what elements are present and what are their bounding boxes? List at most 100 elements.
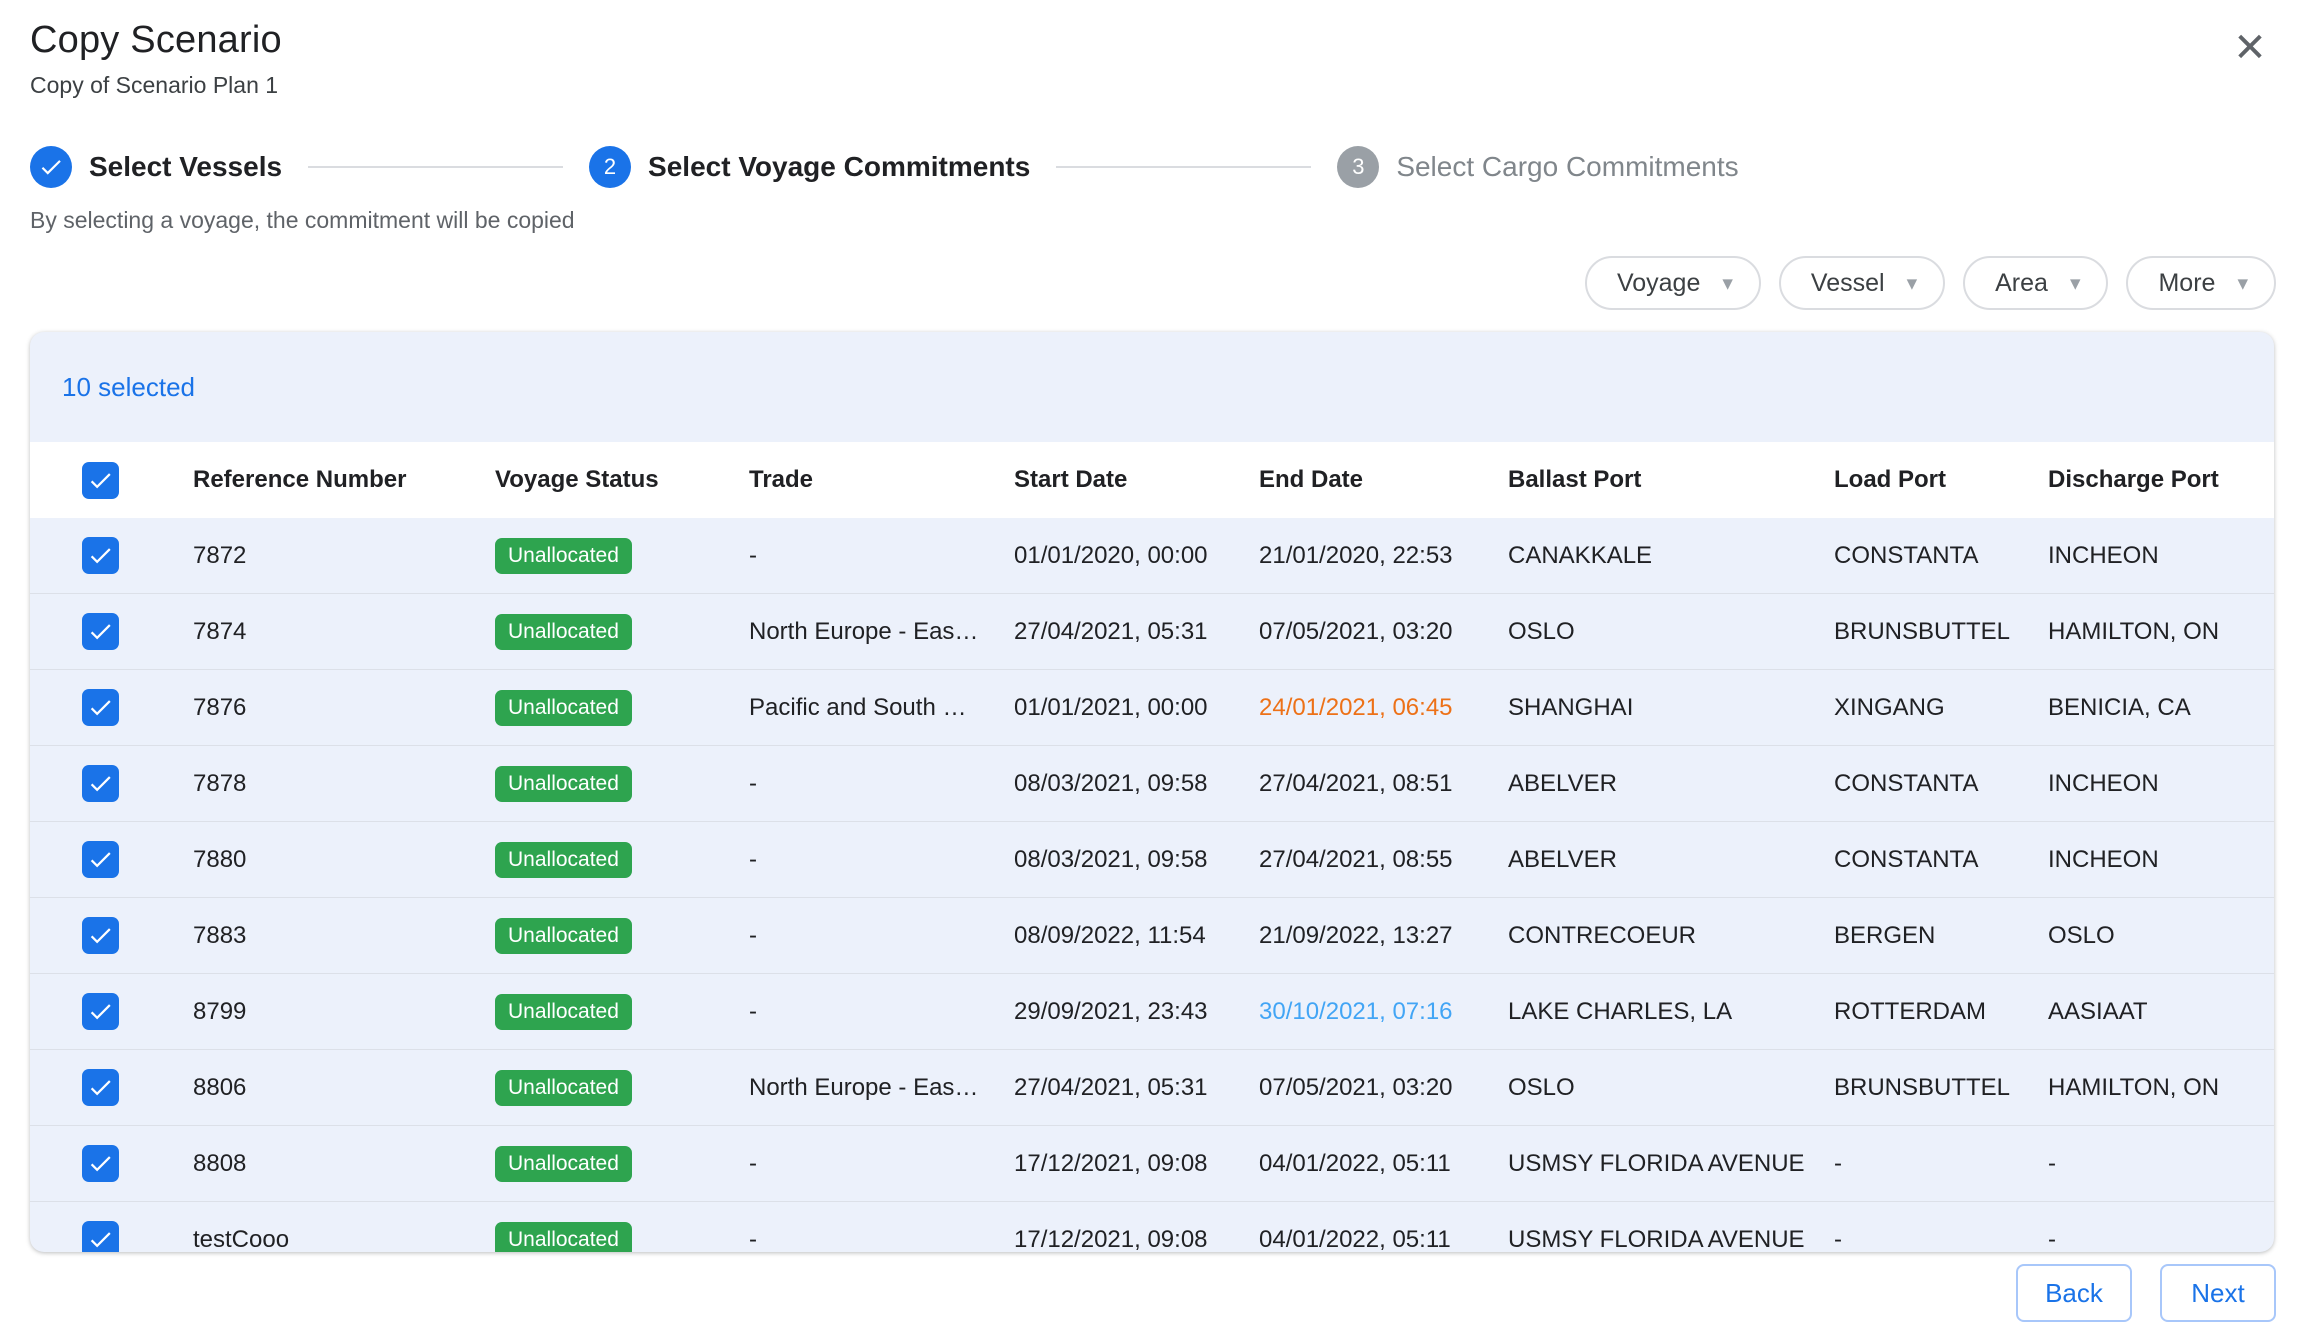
reference-number-cell: 7872	[193, 542, 495, 570]
step-label: Select Voyage Commitments	[648, 151, 1030, 183]
chevron-down-icon: ▾	[1907, 271, 1918, 296]
load-port-cell: BERGEN	[1834, 922, 2048, 950]
table-row: 7872Unallocated-01/01/2020, 00:0021/01/2…	[30, 518, 2274, 594]
reference-number-cell: 7874	[193, 618, 495, 646]
start-date-cell: 01/01/2020, 00:00	[1014, 542, 1259, 570]
ballast-port-cell: SHANGHAI	[1508, 694, 1834, 722]
row-checkbox[interactable]	[82, 993, 119, 1030]
select-all-checkbox[interactable]	[82, 462, 119, 499]
start-date-cell: 29/09/2021, 23:43	[1014, 998, 1259, 1026]
ballast-port-cell: LAKE CHARLES, LA	[1508, 998, 1834, 1026]
filter-label: Area	[1995, 269, 2048, 298]
row-checkbox[interactable]	[82, 1221, 119, 1252]
check-icon	[87, 1150, 114, 1177]
row-checkbox[interactable]	[82, 1069, 119, 1106]
check-icon	[87, 1226, 114, 1252]
check-icon	[38, 154, 64, 180]
next-button[interactable]: Next	[2160, 1264, 2276, 1322]
reference-number-cell: 8808	[193, 1150, 495, 1178]
reference-number-cell: 8806	[193, 1074, 495, 1102]
check-icon	[87, 618, 114, 645]
ballast-port-cell: OSLO	[1508, 618, 1834, 646]
trade-cell: -	[749, 998, 1014, 1026]
voyage-status-cell: Unallocated	[495, 614, 749, 650]
filter-more-button[interactable]: More▾	[2126, 256, 2276, 310]
trade-cell: -	[749, 542, 1014, 570]
table-row: testCoooUnallocated-17/12/2021, 09:0804/…	[30, 1202, 2274, 1252]
voyage-status-cell: Unallocated	[495, 538, 749, 574]
end-date-cell: 30/10/2021, 07:16	[1259, 998, 1508, 1026]
discharge-port-cell: INCHEON	[2048, 542, 2274, 570]
filter-voyage-button[interactable]: Voyage▾	[1585, 256, 1761, 310]
trade-cell: Pacific and South …	[749, 694, 1014, 722]
check-icon	[87, 922, 114, 949]
end-date-cell: 27/04/2021, 08:55	[1259, 846, 1508, 874]
table-row: 8806UnallocatedNorth Europe - Eas…27/04/…	[30, 1050, 2274, 1126]
start-date-cell: 08/03/2021, 09:58	[1014, 846, 1259, 874]
filter-label: Vessel	[1811, 269, 1885, 298]
filter-vessel-button[interactable]: Vessel ▾	[1779, 256, 1945, 310]
discharge-port-cell: INCHEON	[2048, 846, 2274, 874]
trade-cell: -	[749, 1150, 1014, 1178]
filter-label: More	[2158, 269, 2215, 298]
close-button[interactable]: ✕	[2224, 22, 2276, 74]
start-date-cell: 17/12/2021, 09:08	[1014, 1150, 1259, 1178]
voyage-status-cell: Unallocated	[495, 842, 749, 878]
step-number-circle: 3	[1337, 146, 1379, 188]
table-row: 8808Unallocated-17/12/2021, 09:0804/01/2…	[30, 1126, 2274, 1202]
row-checkbox-cell	[30, 537, 193, 574]
row-checkbox[interactable]	[82, 1145, 119, 1182]
end-date-cell: 27/04/2021, 08:51	[1259, 770, 1508, 798]
row-checkbox[interactable]	[82, 841, 119, 878]
row-checkbox-cell	[30, 765, 193, 802]
step-check-circle	[30, 146, 72, 188]
step-select-voyage-commitments[interactable]: 2Select Voyage Commitments	[589, 146, 1030, 188]
status-badge: Unallocated	[495, 614, 632, 650]
column-header-ballast-port: Ballast Port	[1508, 466, 1834, 494]
table-row: 7880Unallocated-08/03/2021, 09:5827/04/2…	[30, 822, 2274, 898]
status-badge: Unallocated	[495, 1070, 632, 1106]
discharge-port-cell: -	[2048, 1150, 2274, 1178]
ballast-port-cell: ABELVER	[1508, 846, 1834, 874]
reference-number-cell: testCooo	[193, 1226, 495, 1253]
row-checkbox-cell	[30, 841, 193, 878]
table-row: 7874UnallocatedNorth Europe - Eas…27/04/…	[30, 594, 2274, 670]
chevron-down-icon: ▾	[1722, 271, 1733, 296]
load-port-cell: BRUNSBUTTEL	[1834, 1074, 2048, 1102]
row-checkbox[interactable]	[82, 917, 119, 954]
selected-count: 10 selected	[62, 372, 195, 403]
row-checkbox-cell	[30, 917, 193, 954]
trade-cell: -	[749, 846, 1014, 874]
back-button[interactable]: Back	[2016, 1264, 2132, 1322]
row-checkbox[interactable]	[82, 689, 119, 726]
step-select-cargo-commitments[interactable]: 3Select Cargo Commitments	[1337, 146, 1738, 188]
reference-number-cell: 7876	[193, 694, 495, 722]
end-date-cell: 04/01/2022, 05:11	[1259, 1150, 1508, 1178]
column-header-start-date: Start Date	[1014, 466, 1259, 494]
ballast-port-cell: USMSY FLORIDA AVENUE	[1508, 1150, 1834, 1178]
row-checkbox[interactable]	[82, 765, 119, 802]
status-badge: Unallocated	[495, 842, 632, 878]
voyage-status-cell: Unallocated	[495, 766, 749, 802]
row-checkbox[interactable]	[82, 537, 119, 574]
step-select-vessels[interactable]: Select Vessels	[30, 146, 282, 188]
table-row: 7883Unallocated-08/09/2022, 11:5421/09/2…	[30, 898, 2274, 974]
check-icon	[87, 467, 114, 494]
selection-banner: 10 selected	[30, 332, 2274, 442]
close-icon: ✕	[2233, 26, 2267, 70]
discharge-port-cell: HAMILTON, ON	[2048, 1074, 2274, 1102]
row-checkbox-cell	[30, 1145, 193, 1182]
status-badge: Unallocated	[495, 1222, 632, 1253]
discharge-port-cell: HAMILTON, ON	[2048, 618, 2274, 646]
load-port-cell: -	[1834, 1150, 2048, 1178]
chevron-down-icon: ▾	[2070, 271, 2081, 296]
row-checkbox[interactable]	[82, 613, 119, 650]
table-row: 7876UnallocatedPacific and South …01/01/…	[30, 670, 2274, 746]
reference-number-cell: 8799	[193, 998, 495, 1026]
ballast-port-cell: CANAKKALE	[1508, 542, 1834, 570]
filter-area-button[interactable]: Area ▾	[1963, 256, 2108, 310]
check-icon	[87, 694, 114, 721]
load-port-cell: CONSTANTA	[1834, 542, 2048, 570]
check-icon	[87, 542, 114, 569]
ballast-port-cell: ABELVER	[1508, 770, 1834, 798]
